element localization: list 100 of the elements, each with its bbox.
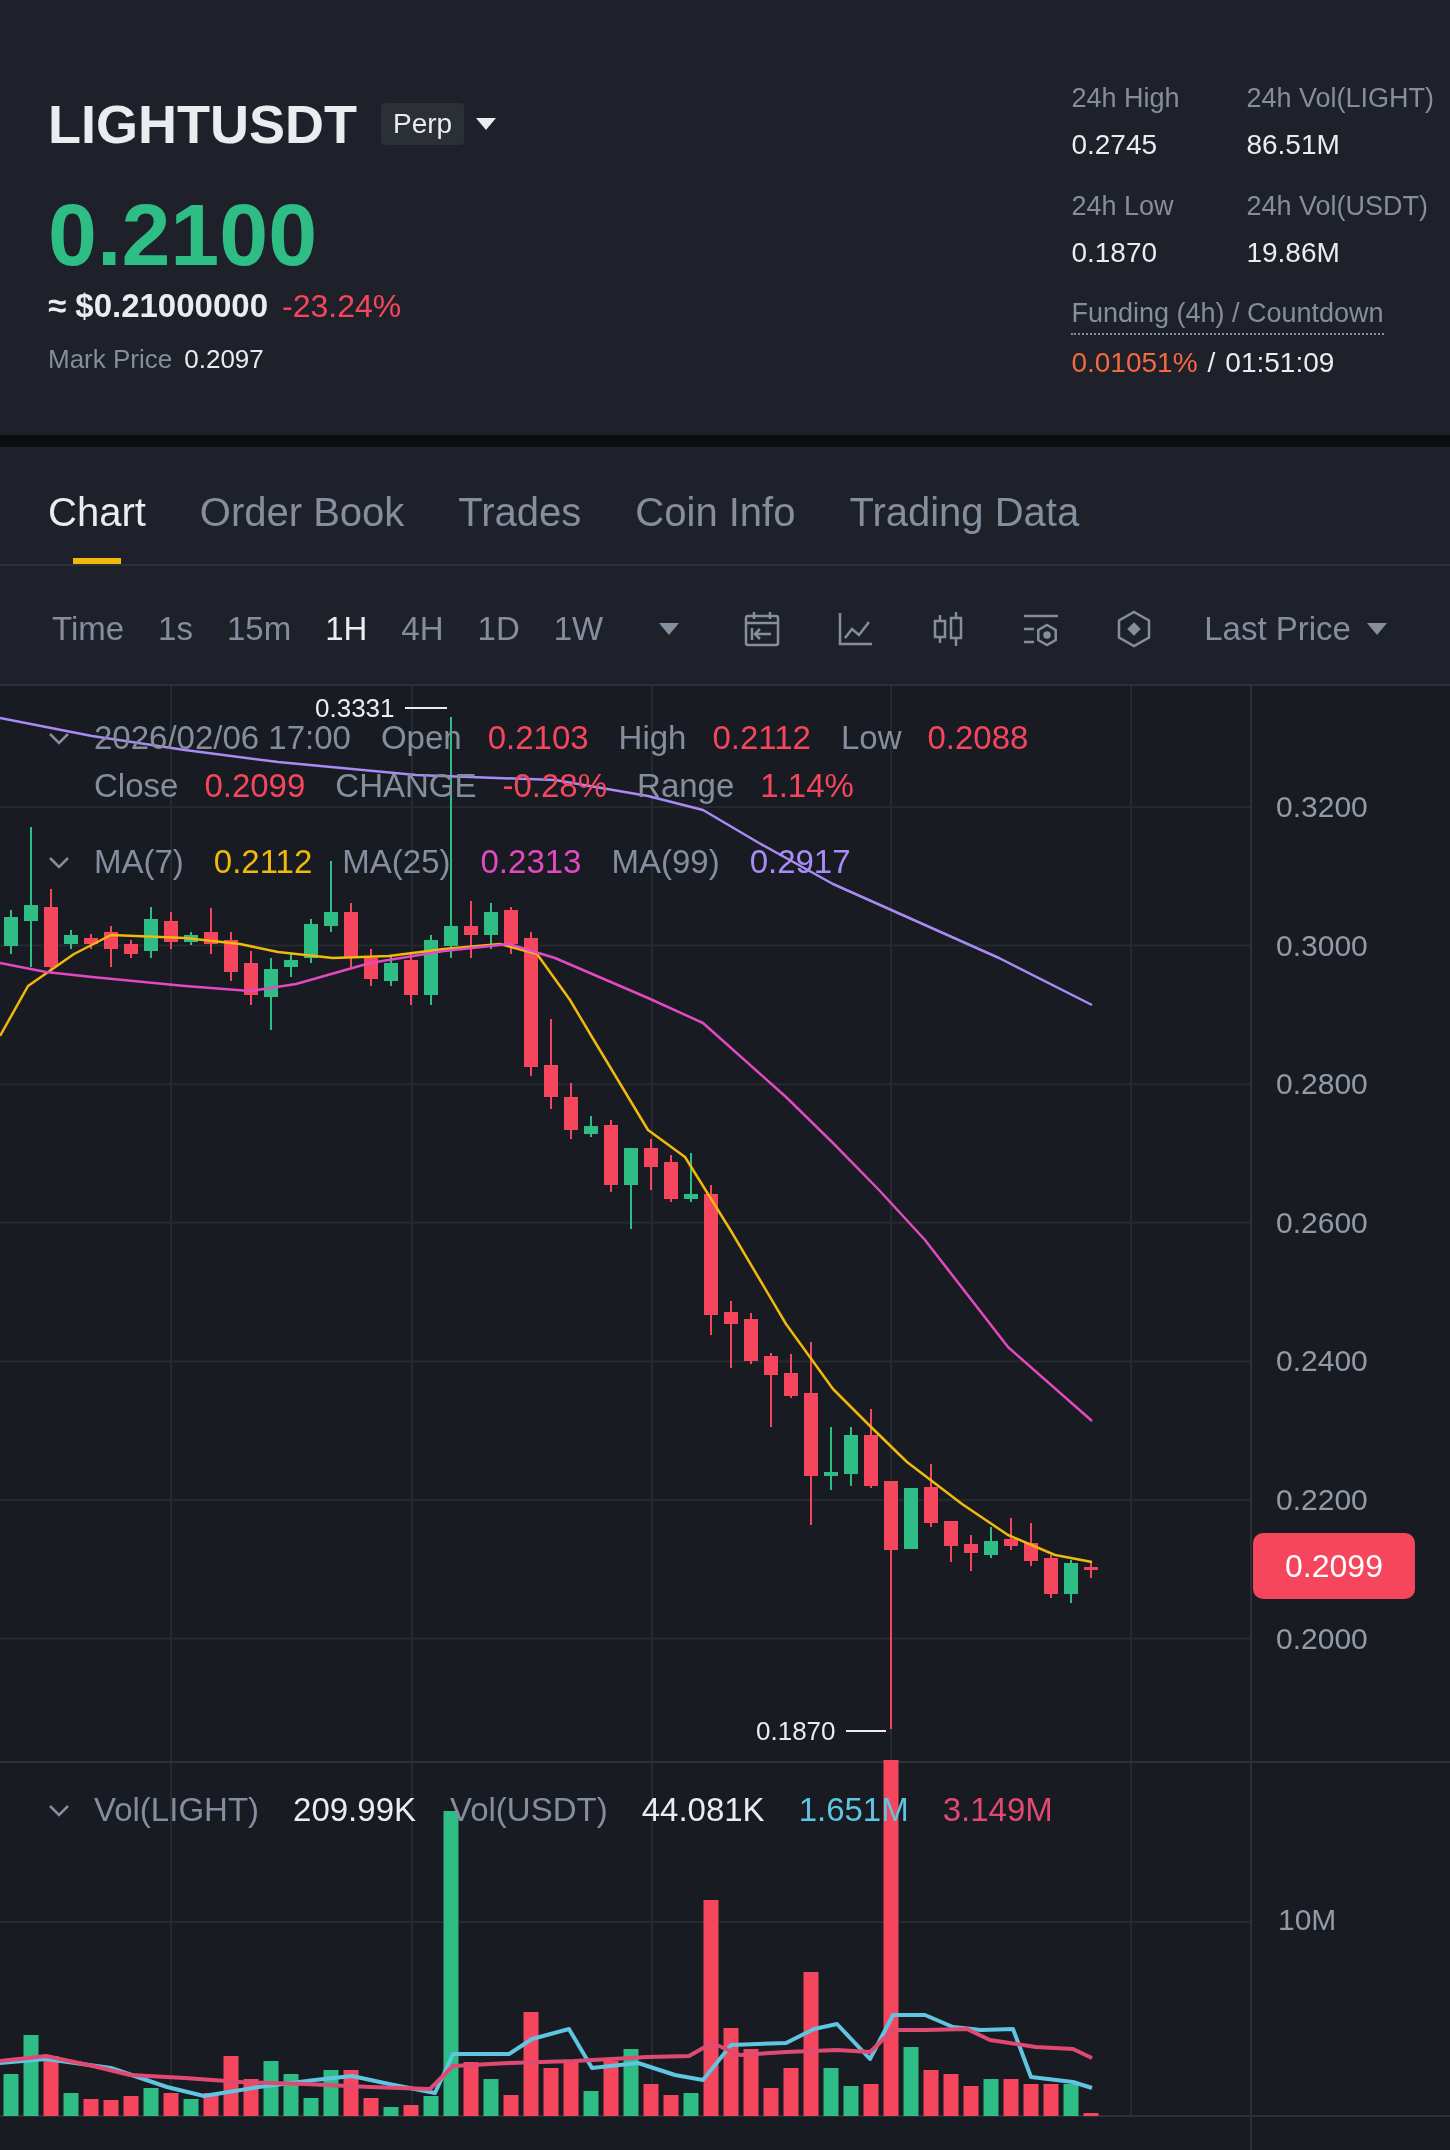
volume-bar bbox=[763, 2088, 779, 2116]
candlestick bbox=[1004, 1517, 1018, 1551]
volume-bar bbox=[163, 2093, 179, 2116]
fiat-price: ≈ $0.21000000 bbox=[48, 286, 268, 327]
volume-axis-label: 10M bbox=[1278, 1902, 1337, 1938]
volume-bar bbox=[1083, 2113, 1099, 2116]
interval-button[interactable]: Time bbox=[52, 609, 125, 649]
price-axis-label: 0.3000 bbox=[1276, 927, 1368, 964]
chevron-down-icon[interactable] bbox=[48, 1803, 70, 1817]
volume-bar bbox=[423, 2096, 439, 2116]
volume-bar bbox=[783, 2068, 799, 2116]
legend-label: Close bbox=[94, 769, 179, 803]
volume-bar bbox=[563, 2062, 579, 2116]
legend-value: 44.081K bbox=[641, 1793, 765, 1827]
volume-bar bbox=[1023, 2084, 1039, 2116]
candlestick bbox=[744, 1312, 758, 1365]
tab[interactable]: Order Book bbox=[199, 447, 405, 564]
volume-bar bbox=[843, 2086, 859, 2116]
legend-value: 0.2112 bbox=[213, 845, 313, 879]
volume-bar bbox=[103, 2100, 119, 2116]
candlestick bbox=[404, 953, 418, 1006]
legend-value: 209.99K bbox=[293, 1793, 416, 1827]
legend-label: MA(25) bbox=[342, 845, 451, 879]
legend-label: Vol(USDT) bbox=[450, 1793, 608, 1827]
candlestick bbox=[164, 911, 178, 950]
volume-bar bbox=[183, 2099, 199, 2116]
price-axis-label: 0.2000 bbox=[1276, 1620, 1368, 1657]
candlestick bbox=[104, 925, 118, 968]
candlestick bbox=[424, 934, 438, 1006]
price-type-dropdown[interactable]: Last Price bbox=[1204, 609, 1387, 649]
candlestick bbox=[144, 906, 158, 959]
volume-bar bbox=[823, 2068, 839, 2116]
volume-bar bbox=[383, 2107, 399, 2116]
volume-bar bbox=[903, 2047, 919, 2116]
volume-bar bbox=[743, 2049, 759, 2116]
legend-label: Vol(LIGHT) bbox=[94, 1793, 260, 1827]
candlestick bbox=[304, 918, 318, 964]
contract-badge: Perp bbox=[381, 103, 465, 145]
candlestick bbox=[284, 953, 298, 978]
tab[interactable]: Chart bbox=[48, 447, 146, 564]
candlestick bbox=[4, 909, 18, 955]
legend-value: 3.149M bbox=[942, 1793, 1053, 1827]
slash-separator: / bbox=[1207, 346, 1216, 380]
volume-bar bbox=[543, 2068, 559, 2116]
tab[interactable]: Trades bbox=[458, 447, 582, 564]
candlestick bbox=[364, 948, 378, 987]
interval-button[interactable]: 1H bbox=[325, 609, 368, 649]
candlestick bbox=[944, 1520, 958, 1563]
interval-button[interactable]: 1W bbox=[553, 609, 604, 649]
caret-down-icon[interactable] bbox=[476, 118, 497, 130]
volume-bar bbox=[583, 2091, 599, 2116]
volume-bar bbox=[3, 2074, 19, 2116]
candlestick bbox=[1044, 1554, 1058, 1599]
candlestick bbox=[644, 1138, 658, 1191]
price-axis-label: 0.2800 bbox=[1276, 1066, 1368, 1103]
legend-value: 0.2088 bbox=[927, 721, 1029, 755]
chevron-down-icon[interactable] bbox=[48, 855, 70, 869]
tab[interactable]: Coin Info bbox=[635, 447, 796, 564]
stat-value: 19.86M bbox=[1246, 236, 1340, 270]
candlestick bbox=[564, 1082, 578, 1140]
candlestick bbox=[784, 1353, 798, 1399]
candlestick bbox=[224, 931, 238, 982]
volume-bar bbox=[483, 2079, 499, 2116]
volume-bar bbox=[143, 2088, 159, 2116]
candlestick bbox=[964, 1534, 978, 1572]
low-price-label: 0.1870 bbox=[756, 1718, 836, 1744]
legend-value: 0.2099 bbox=[204, 769, 306, 803]
candle-datetime: 2026/02/06 17:00 bbox=[94, 721, 351, 755]
volume-bar bbox=[1043, 2084, 1059, 2116]
candlestick bbox=[924, 1463, 938, 1528]
candlestick bbox=[244, 950, 258, 1006]
candlestick bbox=[984, 1526, 998, 1559]
volume-bar bbox=[123, 2096, 139, 2116]
candlestick bbox=[384, 955, 398, 987]
volume-bar bbox=[303, 2098, 319, 2116]
legend-label: Range bbox=[637, 769, 735, 803]
stat-label: 24h Vol(USDT) bbox=[1246, 190, 1428, 223]
candlestick bbox=[724, 1300, 738, 1369]
candlestick bbox=[584, 1115, 598, 1138]
volume-bar bbox=[923, 2070, 939, 2116]
funding-label[interactable]: Funding (4h) / Countdown bbox=[1071, 295, 1384, 335]
interval-button[interactable]: 1D bbox=[477, 609, 520, 649]
interval-button[interactable]: 15m bbox=[226, 609, 292, 649]
candlestick bbox=[464, 900, 478, 959]
interval-button[interactable]: 4H bbox=[401, 609, 444, 649]
stat-label: 24h Vol(LIGHT) bbox=[1246, 82, 1434, 115]
candlestick bbox=[1064, 1559, 1078, 1604]
price-axis-label: 0.2200 bbox=[1276, 1482, 1368, 1518]
legend-value: 0.2103 bbox=[487, 721, 589, 755]
candlestick bbox=[124, 939, 138, 959]
high-price-label: 0.3331 bbox=[315, 695, 395, 721]
tab[interactable]: Trading Data bbox=[849, 447, 1080, 564]
legend-value: 0.2112 bbox=[712, 721, 811, 755]
active-tab-indicator bbox=[72, 558, 121, 564]
leader-line bbox=[845, 1730, 886, 1732]
chevron-down-icon[interactable] bbox=[48, 731, 70, 745]
candlestick bbox=[344, 902, 358, 968]
legend-label: MA(7) bbox=[94, 845, 184, 879]
interval-button[interactable]: 1s bbox=[158, 609, 193, 649]
price-axis-label: 0.2600 bbox=[1276, 1204, 1368, 1241]
